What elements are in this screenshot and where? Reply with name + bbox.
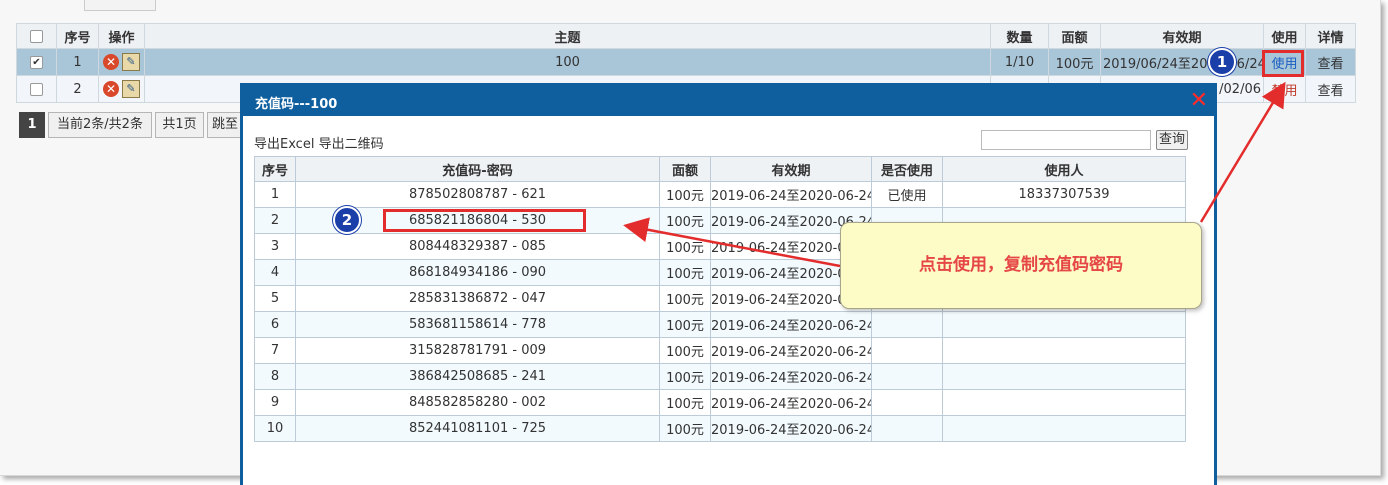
instruction-callout: 点击使用，复制充值码密码 <box>840 222 1202 309</box>
arrow-to-use <box>1199 81 1286 223</box>
code-highlight-box <box>383 209 586 232</box>
step-1-badge: 1 <box>1208 48 1236 76</box>
use-highlight-box <box>1262 50 1304 77</box>
arrow-to-code <box>623 217 841 268</box>
step-2-badge: 2 <box>333 206 361 234</box>
